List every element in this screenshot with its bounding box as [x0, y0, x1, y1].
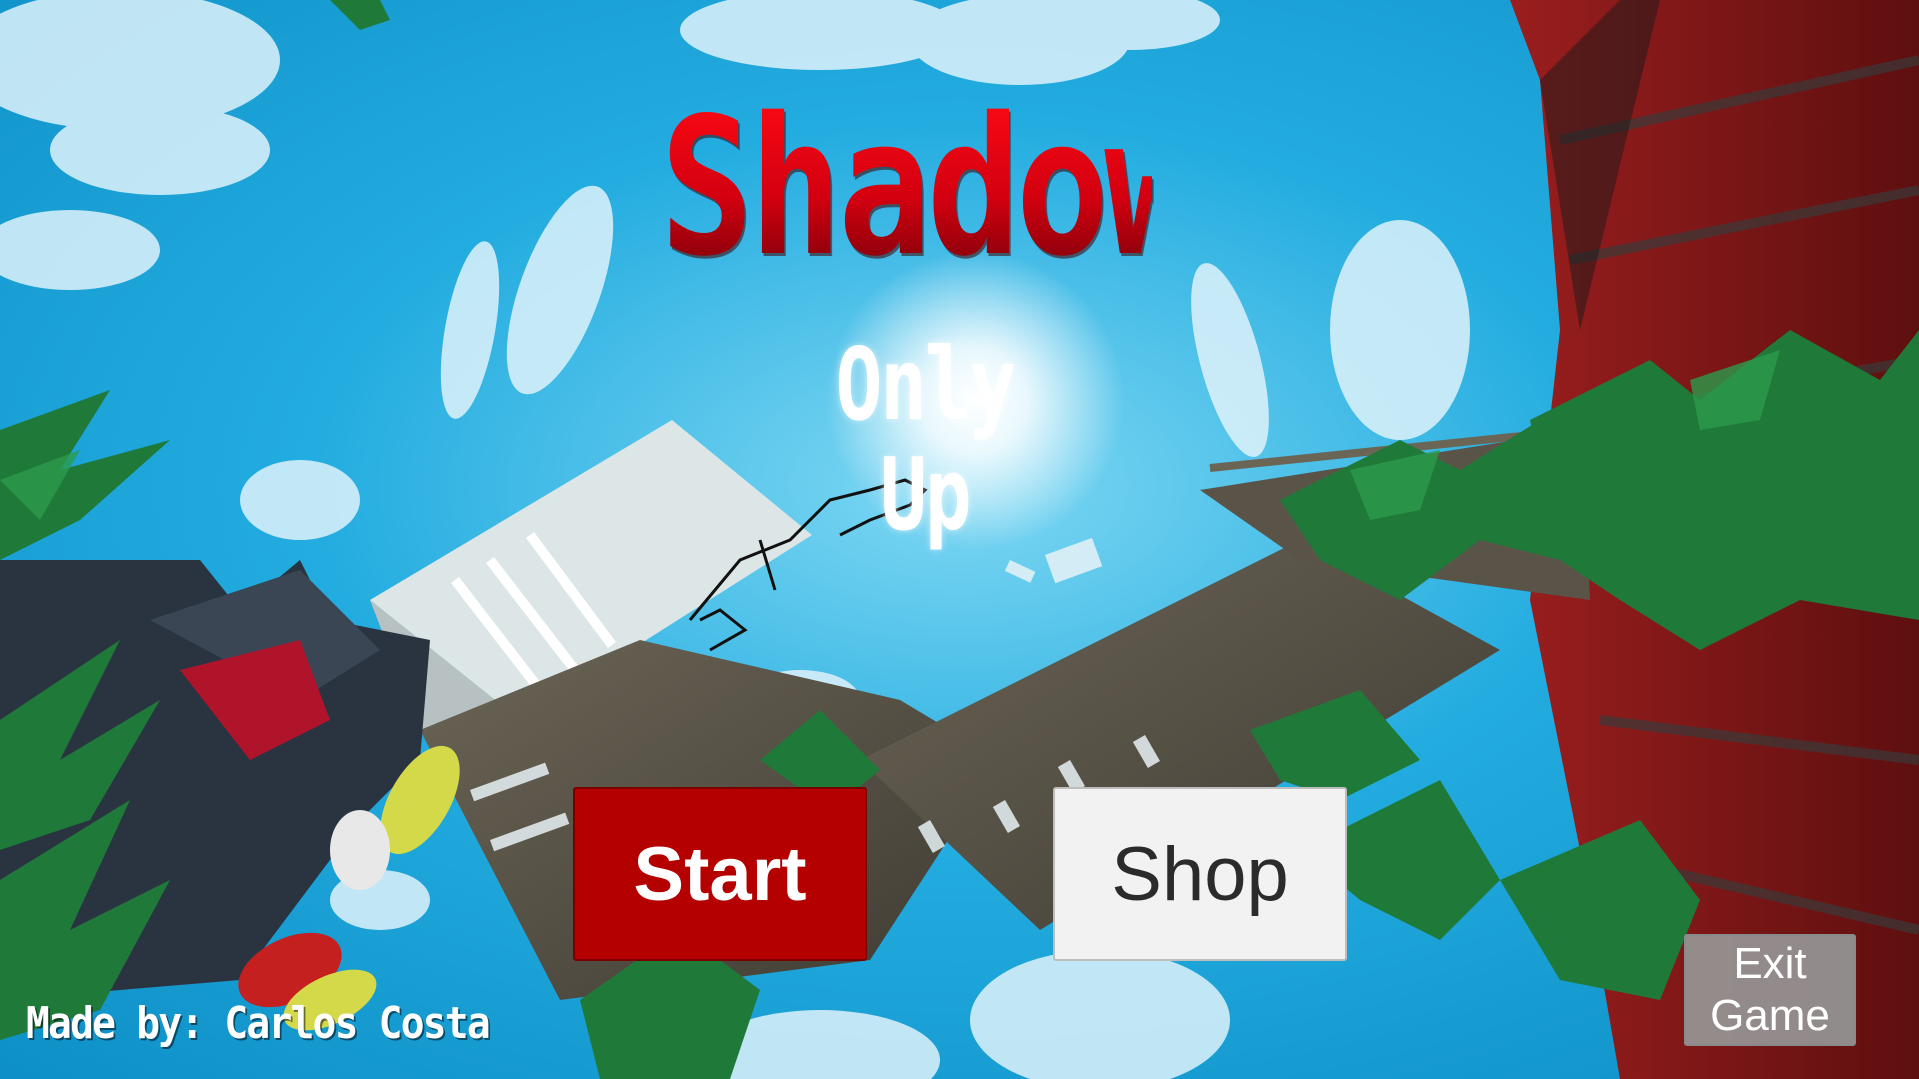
shop-button-label: Shop [1111, 831, 1289, 917]
shop-button[interactable]: Shop [1053, 787, 1347, 961]
credit-text: Made by: Carlos Costa [26, 998, 491, 1049]
exit-button-line1: Exit [1733, 939, 1807, 988]
game-subtitle: Only Up [835, 326, 1017, 553]
main-menu-screen: Shadow Only Up Start Shop Exit Game Made… [0, 0, 1919, 1079]
start-button-label: Start [633, 831, 807, 917]
start-button[interactable]: Start [573, 787, 867, 961]
exit-button-line2: Game [1710, 991, 1830, 1040]
game-title: Shadow [660, 77, 1198, 298]
exit-game-button[interactable]: Exit Game [1684, 934, 1856, 1046]
